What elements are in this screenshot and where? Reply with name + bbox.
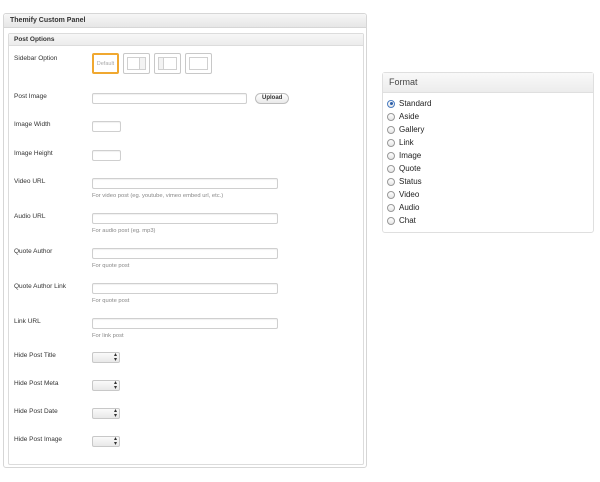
radio-button[interactable]: [387, 177, 395, 186]
format-option-label: Quote: [399, 164, 421, 173]
radio-button[interactable]: [387, 125, 395, 134]
sidebar-layout-options: Default: [92, 53, 212, 74]
hide-post-date-field: ▴ ▾: [92, 408, 120, 419]
hide-post-title-select[interactable]: ▴ ▾: [92, 352, 120, 363]
panel-title: Themify Custom Panel: [4, 14, 366, 28]
layout-sidebar-left-option[interactable]: [154, 53, 181, 74]
hide-post-meta-select[interactable]: ▴ ▾: [92, 380, 120, 391]
radio-button[interactable]: [387, 203, 395, 212]
format-option-video[interactable]: Video: [387, 188, 431, 201]
hide-post-title-label: Hide Post Title: [14, 352, 56, 359]
format-option-chat[interactable]: Chat: [387, 214, 431, 227]
quote-author-link-hint: For quote post: [92, 298, 130, 304]
format-options: Standard Aside Gallery Link Image Quote Status…: [387, 97, 431, 227]
video-url-hint: For video post (eg. youtube, vimeo embed…: [92, 193, 224, 199]
layout-default-label: Default: [96, 61, 115, 67]
image-width-field: [92, 121, 121, 132]
format-box: Format Standard Aside Gallery Link Image Quot…: [382, 72, 594, 233]
layout-sidebar-right-option[interactable]: [123, 53, 150, 74]
layout-no-sidebar-option[interactable]: [185, 53, 212, 74]
post-image-input[interactable]: [92, 93, 247, 104]
quote-author-input[interactable]: [92, 248, 278, 259]
hide-post-image-select[interactable]: ▴ ▾: [92, 436, 120, 447]
hide-post-date-label: Hide Post Date: [14, 408, 58, 415]
image-width-label: Image Width: [14, 121, 51, 128]
format-option-quote[interactable]: Quote: [387, 162, 431, 175]
layout-default-option[interactable]: Default: [92, 53, 119, 74]
image-height-input[interactable]: [92, 150, 121, 161]
hide-post-image-field: ▴ ▾: [92, 436, 120, 447]
hide-post-meta-field: ▴ ▾: [92, 380, 120, 391]
radio-button[interactable]: [387, 138, 395, 147]
format-option-label: Chat: [399, 216, 416, 225]
radio-button[interactable]: [387, 99, 395, 108]
select-arrows-icon: ▴ ▾: [113, 352, 117, 363]
format-option-aside[interactable]: Aside: [387, 110, 431, 123]
format-option-image[interactable]: Image: [387, 149, 431, 162]
quote-author-link-input[interactable]: [92, 283, 278, 294]
format-option-label: Status: [399, 177, 422, 186]
sidebar-option-label: Sidebar Option: [14, 55, 58, 62]
post-options-section: Post Options Sidebar Option Default Post…: [8, 33, 364, 465]
format-option-label: Audio: [399, 203, 420, 212]
hide-post-meta-label: Hide Post Meta: [14, 380, 59, 387]
content-area-icon: [163, 57, 177, 70]
video-url-input[interactable]: [92, 178, 278, 189]
quote-author-hint: For quote post: [92, 263, 130, 269]
post-image-label: Post Image: [14, 93, 47, 100]
audio-url-field: For audio post (eg. mp3): [92, 213, 278, 234]
format-option-label: Link: [399, 138, 414, 147]
audio-url-input[interactable]: [92, 213, 278, 224]
video-url-field: For video post (eg. youtube, vimeo embed…: [92, 178, 278, 199]
quote-author-link-field: For quote post: [92, 283, 278, 304]
format-option-link[interactable]: Link: [387, 136, 431, 149]
format-option-gallery[interactable]: Gallery: [387, 123, 431, 136]
image-height-label: Image Height: [14, 150, 53, 157]
quote-author-link-label: Quote Author Link: [14, 283, 67, 290]
full-width-icon: [189, 57, 208, 70]
post-image-field: Upload: [92, 93, 290, 104]
hide-post-title-field: ▴ ▾: [92, 352, 120, 363]
quote-author-label: Quote Author: [14, 248, 53, 255]
format-option-label: Image: [399, 151, 422, 160]
select-arrows-icon: ▴ ▾: [113, 436, 117, 447]
link-url-hint: For link post: [92, 333, 124, 339]
format-option-audio[interactable]: Audio: [387, 201, 431, 214]
format-title: Format: [383, 73, 593, 93]
format-option-label: Standard: [399, 99, 432, 108]
radio-button[interactable]: [387, 112, 395, 121]
select-arrows-icon: ▴ ▾: [113, 408, 117, 419]
format-option-label: Aside: [399, 112, 420, 121]
upload-button[interactable]: Upload: [255, 93, 290, 104]
hide-post-image-label: Hide Post Image: [14, 436, 63, 443]
audio-url-hint: For audio post (eg. mp3): [92, 228, 156, 234]
image-width-input[interactable]: [92, 121, 121, 132]
hide-post-date-select[interactable]: ▴ ▾: [92, 408, 120, 419]
link-url-label: Link URL: [14, 318, 41, 325]
format-option-label: Gallery: [399, 125, 425, 134]
quote-author-field: For quote post: [92, 248, 278, 269]
audio-url-label: Audio URL: [14, 213, 46, 220]
radio-button[interactable]: [387, 216, 395, 225]
themify-custom-panel: Themify Custom Panel Post Options Sideba…: [3, 13, 367, 468]
radio-button[interactable]: [387, 151, 395, 160]
radio-button[interactable]: [387, 164, 395, 173]
section-title: Post Options: [9, 34, 363, 46]
format-option-label: Video: [399, 190, 420, 199]
image-height-field: [92, 150, 121, 161]
link-url-field: For link post: [92, 318, 278, 339]
format-option-standard[interactable]: Standard: [387, 97, 431, 110]
video-url-label: Video URL: [14, 178, 46, 185]
select-arrows-icon: ▴ ▾: [113, 380, 117, 391]
format-option-status[interactable]: Status: [387, 175, 431, 188]
sidebar-right-icon: [139, 57, 146, 70]
link-url-input[interactable]: [92, 318, 278, 329]
radio-button[interactable]: [387, 190, 395, 199]
